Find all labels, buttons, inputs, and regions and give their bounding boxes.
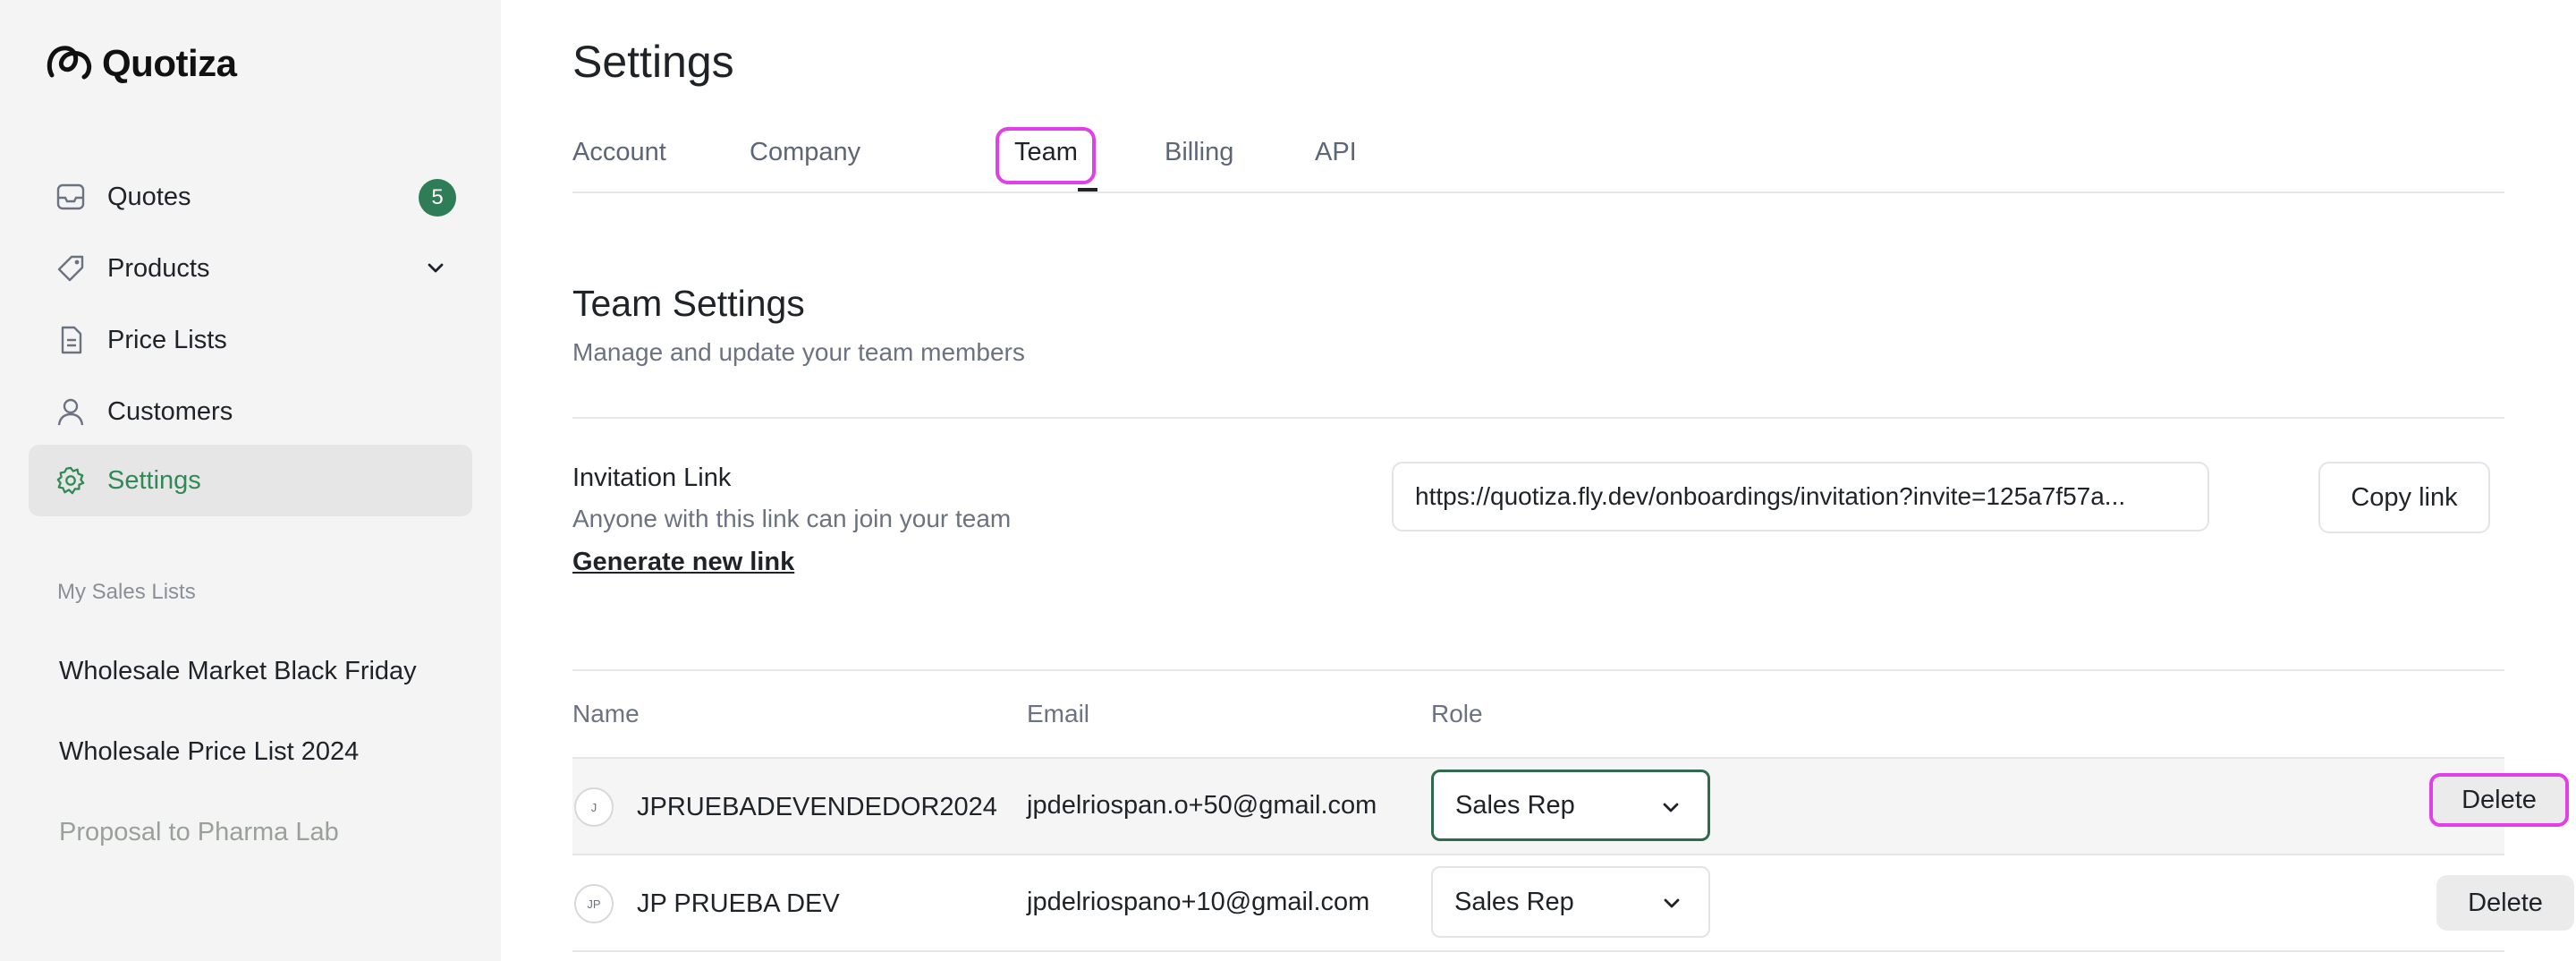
sidebar-item-price-lists[interactable]: Price Lists — [29, 304, 472, 376]
role-select[interactable]: Sales Rep — [1431, 866, 1710, 938]
tag-icon — [55, 253, 86, 284]
sales-list-item[interactable]: Wholesale Market Black Friday — [59, 657, 417, 686]
column-header-email: Email — [1027, 700, 1090, 727]
tab-company[interactable]: Company — [750, 138, 860, 167]
chevron-down-icon[interactable] — [424, 256, 447, 284]
chevron-down-icon — [1660, 891, 1683, 922]
sidebar-item-label: Quotes — [107, 182, 191, 211]
tab-account[interactable]: Account — [572, 138, 666, 167]
brand-logo[interactable]: Quotiza — [43, 39, 237, 87]
sidebar-item-label: Settings — [107, 465, 201, 495]
section-heading: Team Settings — [572, 283, 805, 324]
member-email: jpdelriospano+10@gmail.com — [1027, 888, 1370, 916]
generate-new-link[interactable]: Generate new link — [572, 548, 794, 577]
brand-name: Quotiza — [102, 41, 237, 84]
divider — [572, 669, 2504, 671]
sidebar: Quotiza Quotes 5 Products Price Lists Cu… — [0, 0, 501, 961]
copy-link-button[interactable]: Copy link — [2318, 462, 2490, 533]
main-content: Settings Account Company Team Billing AP… — [501, 0, 2576, 961]
page-title: Settings — [572, 37, 734, 87]
settings-tabs: Account Company Team Billing API — [572, 127, 2504, 193]
document-icon — [55, 325, 86, 355]
role-select[interactable]: Sales Rep — [1431, 770, 1710, 841]
invitation-description: Anyone with this link can join your team — [572, 505, 1012, 532]
delete-member-button[interactable]: Delete — [2429, 773, 2569, 827]
member-name: JPRUEBADEVENDEDOR2024 — [637, 793, 997, 821]
quotiza-logo-icon — [43, 39, 97, 87]
inbox-icon — [55, 182, 86, 212]
sidebar-item-quotes[interactable]: Quotes 5 — [29, 161, 472, 233]
invitation-link-field[interactable]: https://quotiza.fly.dev/onboardings/invi… — [1392, 462, 2209, 532]
section-subheading: Manage and update your team members — [572, 338, 1025, 366]
column-header-role: Role — [1431, 700, 1483, 727]
sidebar-item-customers[interactable]: Customers — [29, 376, 472, 447]
avatar: J — [574, 787, 614, 827]
avatar: JP — [574, 884, 614, 923]
member-name: JP PRUEBA DEV — [637, 889, 840, 918]
divider — [572, 417, 2504, 419]
user-icon — [55, 396, 86, 427]
gear-icon — [55, 465, 86, 496]
sales-lists-section-label: My Sales Lists — [57, 580, 196, 604]
table-row: JP JP PRUEBA DEV jpdelriospano+10@gmail.… — [572, 855, 2574, 952]
role-select-value: Sales Rep — [1455, 790, 1575, 820]
active-tab-indicator — [1078, 188, 1097, 191]
sidebar-item-label: Price Lists — [107, 325, 227, 354]
column-header-name: Name — [572, 700, 640, 727]
delete-member-button[interactable]: Delete — [2436, 875, 2574, 931]
sidebar-item-products[interactable]: Products — [29, 233, 472, 304]
sales-list-item[interactable]: Wholesale Price List 2024 — [59, 737, 359, 767]
tab-billing[interactable]: Billing — [1165, 138, 1233, 167]
table-row: J JPRUEBADEVENDEDOR2024 jpdelriospan.o+5… — [572, 759, 2569, 855]
sidebar-item-label: Customers — [107, 396, 233, 426]
tab-team[interactable]: Team — [1014, 138, 1078, 167]
invitation-title: Invitation Link — [572, 463, 732, 492]
role-select-value: Sales Rep — [1454, 887, 1574, 916]
tab-api[interactable]: API — [1315, 138, 1357, 167]
sidebar-item-settings[interactable]: Settings — [29, 445, 472, 516]
chevron-down-icon — [1659, 795, 1682, 826]
member-email: jpdelriospan.o+50@gmail.com — [1027, 791, 1377, 820]
quotes-count-badge: 5 — [419, 179, 456, 217]
sales-list-item[interactable]: Proposal to Pharma Lab — [59, 818, 339, 847]
sidebar-item-label: Products — [107, 253, 210, 283]
